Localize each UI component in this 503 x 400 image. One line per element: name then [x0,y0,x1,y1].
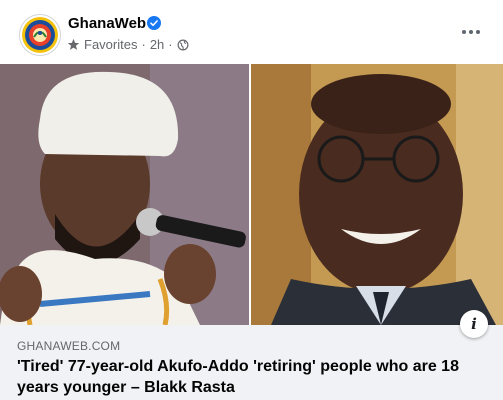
page-name[interactable]: GhanaWeb [68,15,146,32]
post-meta: Favorites · 2h · [67,37,189,52]
info-icon[interactable]: i [460,310,488,338]
post-timestamp[interactable]: 2h [150,37,164,52]
link-headline[interactable]: 'Tired' 77-year-old Akufo-Addo 'retiring… [17,356,492,398]
ghanaweb-logo [22,17,58,53]
link-preview[interactable]: GHANAWEB.COM 'Tired' 77-year-old Akufo-A… [0,325,503,400]
verified-badge-icon [147,16,161,30]
more-dot [469,30,473,34]
more-dot [476,30,480,34]
more-dot [462,30,466,34]
star-icon [67,38,80,50]
akufo-addo-photo [251,64,503,325]
audience-label[interactable]: Favorites [84,37,137,52]
photo-akufo-addo [251,64,503,325]
link-domain: GHANAWEB.COM [17,339,121,353]
blakk-rasta-photo [0,64,249,325]
globe-icon [177,39,189,50]
more-options-icon[interactable] [459,22,483,42]
meta-separator-2: · [168,37,173,52]
photo-blakk-rasta [0,64,249,325]
link-image[interactable] [0,64,503,325]
post-header: GhanaWeb Favorites · 2h · [0,0,503,64]
meta-separator: · [141,37,146,52]
page-avatar[interactable] [19,14,61,56]
